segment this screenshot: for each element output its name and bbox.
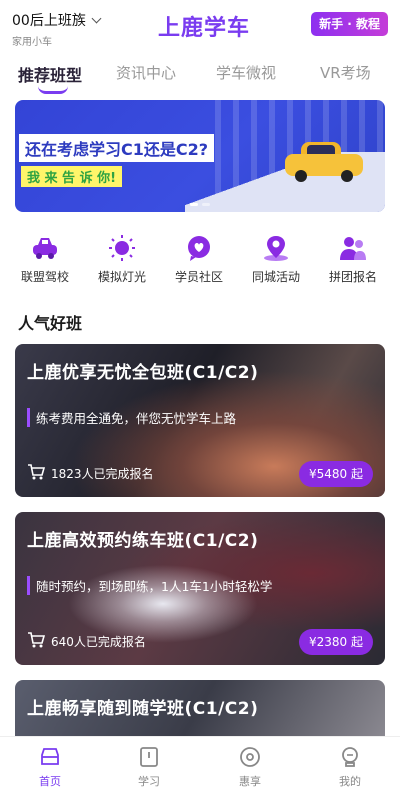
quick-item-light-simulation[interactable]: 模拟灯光 [87,234,157,285]
tab-driving-videos[interactable]: 学车微视 [216,62,276,83]
class-card[interactable]: 上鹿畅享随到随学班(C1/C2) [15,680,385,736]
nav-profile[interactable]: 我的 [320,745,380,789]
quick-item-city-events[interactable]: 同城活动 [241,234,311,285]
banner-title: 还在考虑学习C1还是C2? [19,134,215,162]
class-card[interactable]: 上鹿高效预约练车班(C1/C2) 随时预约，到场即练，1人1车1小时轻松学 64… [15,512,385,665]
location-subtitle: 家用小车 [12,37,52,48]
class-card[interactable]: 上鹿优享无忧全包班(C1/C2) 练考费用全通免，伴您无忧学车上路 1823人已… [15,344,385,497]
group-icon [338,234,368,262]
light-icon [107,234,137,262]
nav-benefits[interactable]: 惠享 [220,745,280,789]
app-header: 00后上班族 家用小车 上鹿学车 新手 · 教程 [0,0,400,50]
target-icon [238,745,262,769]
banner-pagination [190,203,210,206]
nav-label: 惠享 [239,775,261,788]
car-illustration [285,140,363,182]
heart-chat-icon [184,234,214,262]
profile-icon [338,745,362,769]
section-title-popular-classes: 人气好班 [18,314,83,333]
card-description: 随时预约，到场即练，1人1车1小时轻松学 [27,576,272,595]
book-icon [137,745,161,769]
active-tab-indicator [38,86,68,94]
app-logo: 上鹿学车 [158,16,251,41]
location-pin-icon [261,234,291,262]
price-button[interactable]: ¥2380 起 [299,629,373,655]
newbie-tutorial-button[interactable]: 新手 · 教程 [311,12,388,36]
price-button[interactable]: ¥5480 起 [299,461,373,487]
car-front-icon [38,745,62,769]
quick-item-student-community[interactable]: 学员社区 [164,234,234,285]
car-icon [30,234,60,262]
quick-item-alliance-schools[interactable]: 联盟驾校 [10,234,80,285]
cart-icon [27,464,46,483]
signup-count: 640人已完成报名 [51,635,146,649]
quick-menu: 联盟驾校 模拟灯光 学员社区 同城活动 拼团报名 [0,234,400,294]
card-title: 上鹿畅享随到随学班(C1/C2) [27,699,259,719]
banner-subtitle: 我 来 告 诉 你! [21,166,123,187]
location-selector[interactable]: 00后上班族 家用小车 [12,10,102,48]
location-label: 00后上班族 [12,13,86,29]
tab-vr-exam[interactable]: VR考场 [320,62,371,83]
card-description: 练考费用全通免，伴您无忧学车上路 [27,408,236,427]
nav-study[interactable]: 学习 [119,745,179,789]
quick-item-group-signup[interactable]: 拼团报名 [318,234,388,285]
banner-dot [190,203,198,206]
tab-news-center[interactable]: 资讯中心 [116,62,176,83]
nav-home[interactable]: 首页 [20,745,80,789]
nav-label: 首页 [39,775,61,788]
bottom-navigation: 首页 学习 惠享 我的 [0,736,400,800]
tab-recommended-classes[interactable]: 推荐班型 [18,62,82,86]
nav-label: 我的 [339,775,361,788]
cart-icon [27,632,46,651]
card-title: 上鹿高效预约练车班(C1/C2) [27,531,259,551]
banner-dot [202,203,210,206]
chevron-down-icon [91,13,102,23]
nav-label: 学习 [138,775,160,788]
card-title: 上鹿优享无忧全包班(C1/C2) [27,363,259,383]
signup-count: 1823人已完成报名 [51,467,154,481]
promo-banner[interactable]: 还在考虑学习C1还是C2? 我 来 告 诉 你! [15,100,385,212]
